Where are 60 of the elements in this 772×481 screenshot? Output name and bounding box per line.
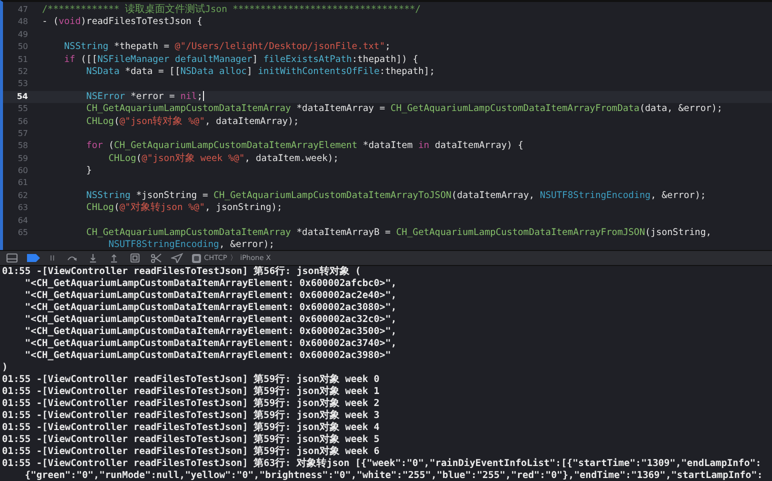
pause-icon[interactable] bbox=[49, 253, 57, 263]
code-line: CHLog(@"对象转json %@", jsonString); bbox=[86, 202, 282, 215]
line-number: 57 bbox=[16, 128, 28, 140]
line-number: 52 bbox=[16, 66, 28, 78]
line-number: 51 bbox=[16, 54, 28, 66]
step-into-icon[interactable] bbox=[87, 253, 99, 263]
line-number: 54 bbox=[16, 90, 28, 103]
console-line: ) bbox=[2, 362, 8, 374]
code-line: } bbox=[86, 165, 92, 178]
console-line: {"green":"0","runMode":null,"yellow":"0","brightness":"0","white":"255","blue":"255","red":"0"},"endTime":"1369","startLampInfo": bbox=[24, 470, 763, 481]
line-number: 64 bbox=[16, 214, 28, 227]
line-number: 48 bbox=[16, 16, 28, 28]
console-line: 01:55 -[ViewController readFilesToTestJson] 第59行: json对象 week 1 bbox=[2, 386, 380, 398]
console-line: 01:55 -[ViewController readFilesToTestJson] 第59行: json对象 week 2 bbox=[2, 398, 380, 410]
console-line: 01:55 -[ViewController readFilesToTestJson] 第63行: 对象转json [{"week":"0","rainDiyEventInfoList":[{"startTime":"1309","endLampInfo": bbox=[2, 458, 762, 470]
line-number: 49 bbox=[16, 28, 28, 41]
line-number: 50 bbox=[16, 41, 28, 54]
line-number: 55 bbox=[16, 103, 28, 116]
line-number: 59 bbox=[16, 152, 28, 165]
view-hierarchy-icon[interactable] bbox=[129, 253, 141, 263]
console-panel-icon[interactable] bbox=[6, 253, 18, 263]
code-line: NSString *thepath = @"/Users/lelight/Desktop/jsonFile.txt"; bbox=[64, 41, 391, 54]
location-arrow-icon[interactable] bbox=[171, 253, 183, 263]
code-line: CHLog(@"json对象 week %@", dataItem.week); bbox=[108, 152, 339, 166]
step-out-icon[interactable] bbox=[108, 253, 120, 263]
line-number: 58 bbox=[16, 140, 28, 152]
line-number: 60 bbox=[16, 165, 28, 178]
line-number: 63 bbox=[16, 202, 28, 214]
line-number: 47 bbox=[16, 4, 28, 16]
console-line: "<CH_GetAquariumLampCustomDataItemArrayElement: 0x600002afcbc0>", bbox=[24, 278, 397, 290]
line-number: 65 bbox=[16, 227, 28, 240]
console-line: "<CH_GetAquariumLampCustomDataItemArrayElement: 0x600002ac2e40>", bbox=[24, 290, 397, 302]
code-line: - (void)readFilesToTestJson { bbox=[42, 16, 202, 29]
code-line: NSUTF8StringEncoding, &error); bbox=[108, 239, 274, 252]
line-number: 62 bbox=[16, 190, 28, 202]
code-line: /************* 读取桌面文件测试Json *********************************/ bbox=[42, 4, 421, 16]
code-line: NSData *data = [[NSData alloc] initWithContentsOfFile:thepath]; bbox=[86, 66, 435, 78]
code-line: CH_GetAquariumLampCustomDataItemArray *dataItemArray = CH_GetAquariumLampCustomDataItemArrayFromData(data, &error); bbox=[86, 103, 722, 116]
line-number: 61 bbox=[16, 177, 28, 190]
console-line: "<CH_GetAquariumLampCustomDataItemArrayElement: 0x600002ac3980>" bbox=[24, 350, 391, 362]
breakpoint-icon[interactable] bbox=[27, 254, 40, 262]
console-line: 01:55 -[ViewController readFilesToTestJson] 第59行: json对象 week 6 bbox=[2, 446, 380, 458]
code-line: CHLog(@"json转对象 %@", dataItemArray); bbox=[86, 116, 299, 128]
console-line: 01:55 -[ViewController readFilesToTestJson] 第59行: json对象 week 4 bbox=[2, 422, 380, 434]
console-line: 01:55 -[ViewController readFilesToTestJson] 第59行: json对象 week 0 bbox=[2, 374, 380, 386]
code-line: CH_GetAquariumLampCustomDataItemArray *dataItemArrayB = CH_GetAquariumLampCustomDataItemArrayFromJSON(jsonString, bbox=[86, 227, 712, 240]
code-line: for (CH_GetAquariumLampCustomDataItemArrayElement *dataItem in dataItemArray) { bbox=[86, 140, 524, 152]
console-line: "<CH_GetAquariumLampCustomDataItemArrayElement: 0x600002ac32c0>", bbox=[24, 314, 397, 326]
code-line: NSString *jsonString = CH_GetAquariumLampCustomDataItemArrayToJSON(dataItemArray, NSUTF8StringEncoding, &error); bbox=[86, 190, 706, 202]
console-line: "<CH_GetAquariumLampCustomDataItemArrayElement: 0x600002ac3500>", bbox=[24, 326, 397, 338]
code-editor[interactable] bbox=[0, 0, 772, 250]
console-line: "<CH_GetAquariumLampCustomDataItemArrayElement: 0x600002ac3740>", bbox=[24, 338, 397, 350]
app-icon bbox=[192, 254, 201, 262]
code-line: if ([[NSFileManager defaultManager] fileExistsAtPath:thepath]) { bbox=[64, 54, 418, 66]
code-line: NSError *error = nil; bbox=[86, 90, 204, 104]
console-line: "<CH_GetAquariumLampCustomDataItemArrayElement: 0x600002ac3080>", bbox=[24, 302, 397, 314]
console-line: 01:55 -[ViewController readFilesToTestJson] 第59行: json对象 week 5 bbox=[2, 434, 380, 446]
console-line: 01:55 -[ViewController readFilesToTestJson] 第59行: json对象 week 3 bbox=[2, 410, 380, 422]
line-number: 56 bbox=[16, 116, 28, 128]
line-number: 53 bbox=[16, 78, 28, 90]
